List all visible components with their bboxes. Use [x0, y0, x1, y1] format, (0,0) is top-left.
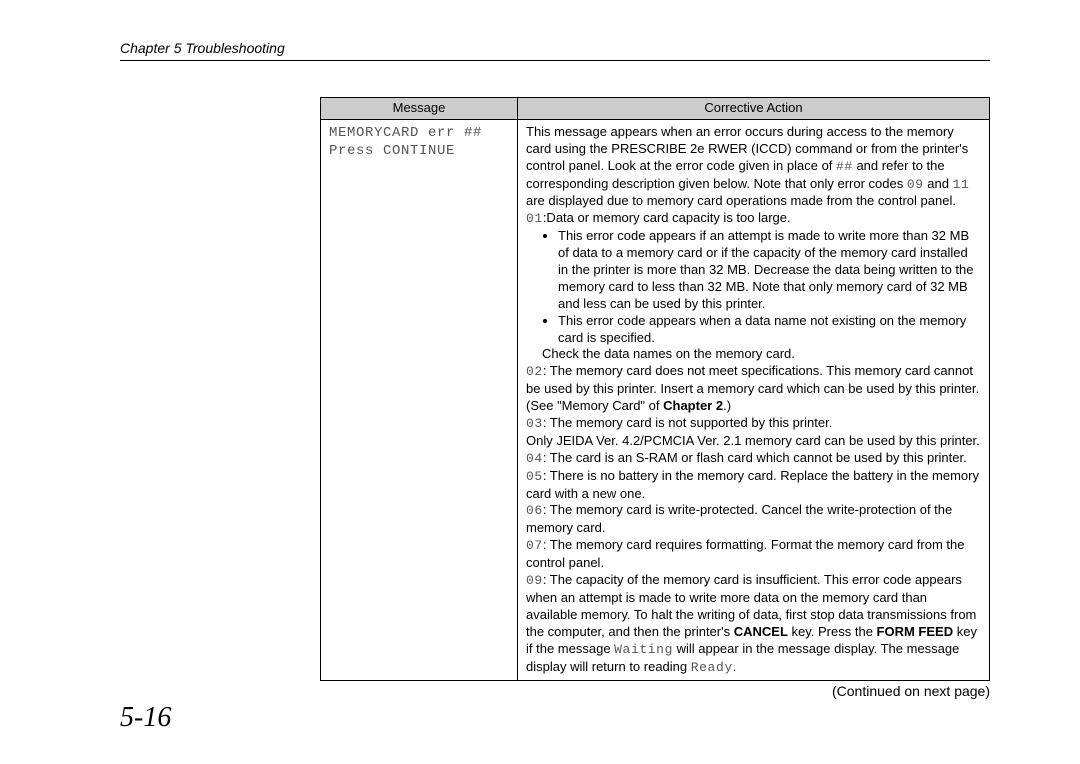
- hash-code: ##: [836, 159, 853, 174]
- lcd-line2: Press CONTINUE: [329, 142, 509, 160]
- code-03-tail: Only JEIDA Ver. 4.2/PCMCIA Ver. 2.1 memo…: [526, 433, 981, 450]
- code-05: 05: [526, 469, 543, 484]
- page-number: 5-16: [120, 702, 171, 734]
- code-03: 03: [526, 416, 543, 431]
- table-row: MEMORYCARD err ## Press CONTINUE This me…: [321, 119, 990, 681]
- intro-text: and: [924, 176, 953, 191]
- code-11: 11: [953, 177, 970, 192]
- code-06: 06: [526, 503, 543, 518]
- code-07-text: : The memory card requires formatting. F…: [526, 537, 965, 570]
- code-09: 09: [526, 573, 543, 588]
- form-feed-key: FORM FEED: [877, 624, 954, 639]
- code-07: 07: [526, 538, 543, 553]
- code-03-text: : The memory card is not supported by th…: [543, 415, 833, 430]
- corrective-action-cell: This message appears when an error occur…: [518, 119, 990, 681]
- page-header: Chapter 5 Troubleshooting: [120, 40, 990, 61]
- code-09: 09: [907, 177, 924, 192]
- code-01: 01: [526, 211, 543, 226]
- lcd-line1: MEMORYCARD err ##: [329, 124, 509, 142]
- col-header-message: Message: [321, 98, 518, 120]
- continued-note: (Continued on next page): [320, 683, 990, 699]
- waiting-msg: Waiting: [614, 642, 673, 657]
- code-02: 02: [526, 364, 543, 379]
- code-02-text: : The memory card does not meet specific…: [526, 363, 979, 413]
- ready-msg: Ready: [691, 660, 733, 675]
- code-06-text: : The memory card is write-protected. Ca…: [526, 502, 952, 535]
- error-message-table: Message Corrective Action MEMORYCARD err…: [320, 97, 990, 681]
- bullet-item: This error code appears when a data name…: [558, 313, 981, 364]
- cancel-key: CANCEL: [734, 624, 788, 639]
- bullet-item: This error code appears if an attempt is…: [558, 228, 981, 312]
- code-01-text: :Data or memory card capacity is too lar…: [543, 210, 791, 225]
- message-cell: MEMORYCARD err ## Press CONTINUE: [321, 119, 518, 681]
- code-04: 04: [526, 451, 543, 466]
- chapter-2-ref: Chapter 2: [663, 398, 723, 413]
- code-04-text: : The card is an S-RAM or flash card whi…: [543, 450, 967, 465]
- code-05-text: : There is no battery in the memory card…: [526, 468, 979, 501]
- intro-text: are displayed due to memory card operati…: [526, 193, 956, 208]
- col-header-action: Corrective Action: [518, 98, 990, 120]
